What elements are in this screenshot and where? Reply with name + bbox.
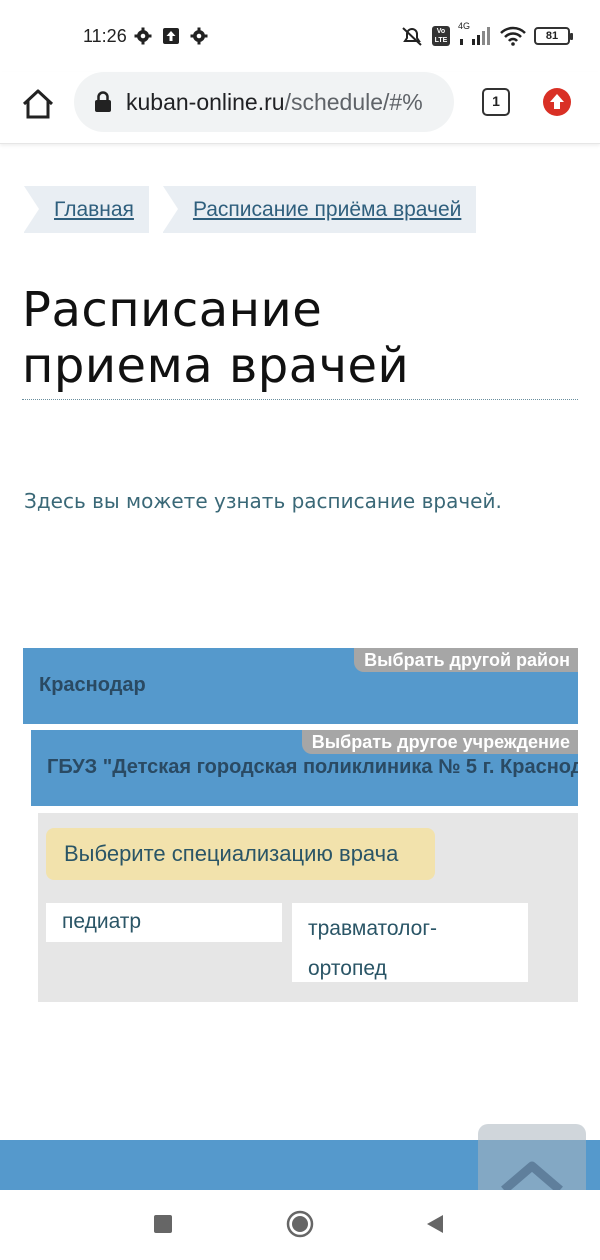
back-icon[interactable] bbox=[421, 1210, 449, 1238]
mute-icon bbox=[402, 27, 422, 46]
breadcrumb-link-home[interactable]: Главная bbox=[54, 198, 134, 222]
upload-icon bbox=[163, 28, 179, 44]
district-block: Краснодар Выбрать другой район bbox=[23, 648, 578, 724]
title-divider bbox=[22, 399, 578, 400]
page-title-line1: Расписание bbox=[22, 282, 323, 338]
status-bar: 11:26 Vo LTE 4G 81 bbox=[0, 0, 600, 72]
intro-text: Здесь вы можете узнать расписание врачей… bbox=[24, 489, 502, 513]
page-title-line2: приема врачей bbox=[22, 338, 410, 394]
url-domain: kuban-online.ru bbox=[126, 88, 285, 115]
volte-icon: Vo LTE bbox=[432, 26, 450, 46]
page-title: Расписание приема врачей bbox=[22, 282, 578, 394]
lock-icon bbox=[95, 91, 111, 112]
status-time: 11:26 bbox=[83, 26, 127, 46]
district-name: Краснодар bbox=[39, 674, 146, 696]
specialization-item-pediatrician[interactable]: педиатр bbox=[46, 903, 282, 942]
browser-toolbar: kuban-online.ru/schedule/#% 1 bbox=[0, 72, 600, 144]
specialization-label: педиатр bbox=[62, 910, 142, 933]
change-institution-button[interactable]: Выбрать другое учреждение bbox=[301, 730, 578, 754]
scroll-to-top-button[interactable] bbox=[478, 1124, 586, 1190]
specialization-prompt: Выберите специализацию врача bbox=[46, 828, 435, 880]
address-bar[interactable]: kuban-online.ru/schedule/#% bbox=[74, 72, 454, 132]
breadcrumb-item-schedule: Расписание приёма врачей bbox=[162, 186, 477, 233]
breadcrumb: Главная Расписание приёма врачей bbox=[24, 186, 477, 233]
signal-icon: 4G bbox=[458, 21, 492, 47]
system-nav-bar bbox=[0, 1190, 600, 1260]
tab-switcher-button[interactable]: 1 bbox=[482, 88, 510, 116]
arrow-up-icon bbox=[550, 94, 564, 109]
breadcrumb-item-home: Главная bbox=[24, 186, 149, 233]
status-indicators: Vo LTE 4G 81 bbox=[400, 21, 573, 48]
institution-name: ГБУЗ "Детская городская поликлиника № 5 … bbox=[47, 756, 578, 778]
recents-icon[interactable] bbox=[149, 1210, 177, 1238]
change-district-button[interactable]: Выбрать другой район bbox=[354, 648, 578, 672]
specialization-panel: Выберите специализацию врача педиатр тра… bbox=[38, 813, 578, 1002]
specialization-label-line2: ортопед bbox=[308, 957, 387, 980]
specialization-label-line1: травматолог- bbox=[308, 917, 437, 940]
settings-icon bbox=[134, 27, 152, 45]
settings-icon bbox=[190, 27, 208, 45]
chevron-up-icon bbox=[501, 1161, 563, 1190]
home-icon[interactable] bbox=[18, 84, 58, 124]
wifi-icon bbox=[500, 26, 526, 46]
institution-block: ГБУЗ "Детская городская поликлиника № 5 … bbox=[31, 730, 578, 806]
url-text: kuban-online.ru/schedule/#% bbox=[126, 89, 446, 116]
specialization-item-orthopedist[interactable]: травматолог- ортопед bbox=[292, 903, 528, 982]
home-nav-icon[interactable] bbox=[286, 1210, 314, 1238]
battery-icon: 81 bbox=[534, 27, 573, 45]
url-path: /schedule/#% bbox=[284, 88, 423, 115]
breadcrumb-link-schedule[interactable]: Расписание приёма врачей bbox=[193, 198, 461, 222]
update-button[interactable] bbox=[543, 88, 571, 116]
